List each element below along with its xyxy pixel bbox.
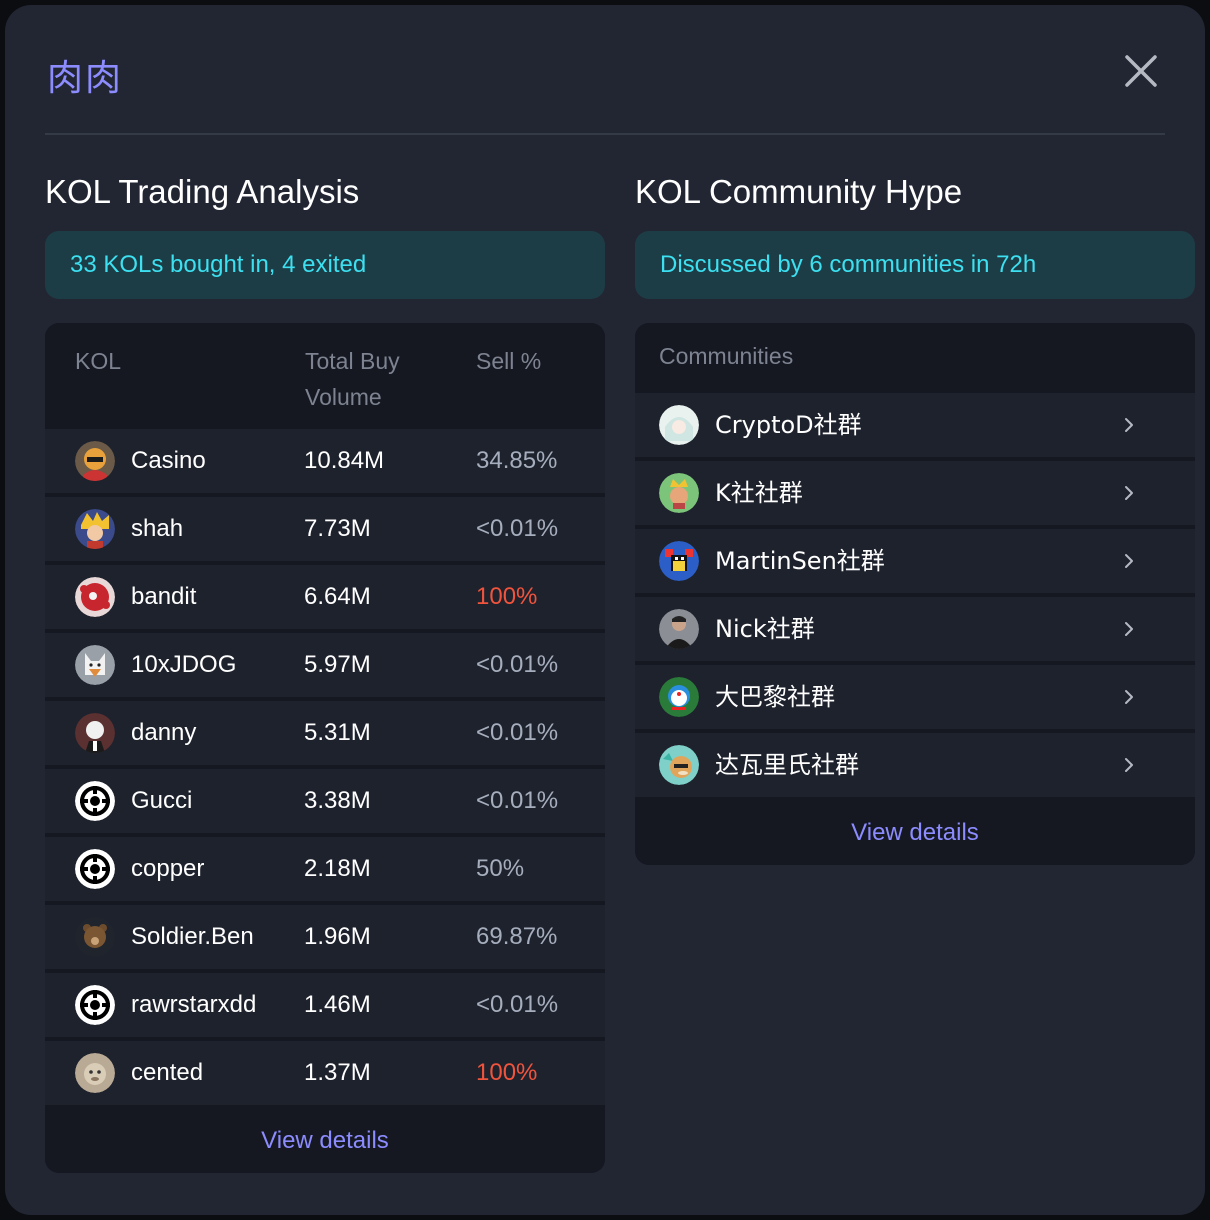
- dog-avatar: [75, 645, 115, 685]
- kol-name: Gucci: [131, 787, 193, 814]
- kol-row[interactable]: cented 1.37M 100%: [45, 1041, 605, 1105]
- community-name: MartinSen社群: [715, 547, 885, 575]
- kol-view-details-link[interactable]: View details: [45, 1109, 605, 1173]
- kol-name: rawrstarxdd: [131, 991, 257, 1018]
- cat-suit-avatar: [75, 713, 115, 753]
- kol-row[interactable]: bandit 6.64M 100%: [45, 565, 605, 629]
- community-row[interactable]: Nick社群: [635, 597, 1195, 661]
- kol-sell-percent: <0.01%: [476, 651, 559, 678]
- kol-name: cented: [131, 1059, 204, 1086]
- community-name: CryptoD社群: [715, 411, 862, 439]
- kol-row[interactable]: shah 7.73M <0.01%: [45, 497, 605, 561]
- bear-avatar: [75, 917, 115, 957]
- chevron-right-icon[interactable]: [1119, 415, 1139, 435]
- monkey-avatar: [75, 1053, 115, 1093]
- kol-volume: 1.96M: [304, 923, 371, 950]
- kol-name: 10xJDOG: [131, 651, 237, 678]
- header-sell: Sell %: [476, 348, 542, 374]
- kol-row[interactable]: Gucci 3.38M <0.01%: [45, 769, 605, 833]
- anime-girl-avatar: [659, 405, 699, 445]
- communities-list: Communities CryptoD社群 K社社群 MartinSen社群 Nick…: [635, 323, 1195, 865]
- community-row[interactable]: CryptoD社群: [635, 393, 1195, 457]
- chevron-right-icon[interactable]: [1119, 755, 1139, 775]
- kol-name: Soldier.Ben: [131, 923, 254, 950]
- kol-name: shah: [131, 515, 184, 542]
- kol-sell-percent: <0.01%: [476, 719, 559, 746]
- kol-name: danny: [131, 719, 197, 746]
- kol-name: copper: [131, 855, 205, 882]
- chevron-right-icon[interactable]: [1119, 483, 1139, 503]
- kol-volume: 5.97M: [304, 651, 371, 678]
- kol-row[interactable]: danny 5.31M <0.01%: [45, 701, 605, 765]
- kol-volume: 1.46M: [304, 991, 371, 1018]
- header-divider: [45, 133, 1165, 135]
- kol-sell-percent: <0.01%: [476, 787, 559, 814]
- modal-title: 肉肉: [47, 58, 124, 99]
- kol-sell-percent: <0.01%: [476, 515, 559, 542]
- kol-sell-percent: 34.85%: [476, 447, 558, 474]
- red-splatter-avatar: [75, 577, 115, 617]
- table-header: KOL Total Buy Volume Sell %: [45, 323, 605, 425]
- kol-volume: 3.38M: [304, 787, 371, 814]
- header-communities: Communities: [659, 343, 794, 369]
- kol-sell-percent: 69.87%: [476, 923, 558, 950]
- modal: 肉肉 KOL Trading Analysis 33 KOLs bought i…: [5, 5, 1205, 1215]
- close-icon[interactable]: [1121, 51, 1161, 91]
- kol-name: Casino: [131, 447, 206, 474]
- cartoon-bird-avatar: [75, 441, 115, 481]
- kol-row[interactable]: Casino 10.84M 34.85%: [45, 429, 605, 493]
- person-photo-avatar: [659, 609, 699, 649]
- kol-row[interactable]: rawrstarxdd 1.46M <0.01%: [45, 973, 605, 1037]
- kol-summary-banner: 33 KOLs bought in, 4 exited: [45, 231, 605, 299]
- kol-volume: 10.84M: [304, 447, 385, 474]
- chevron-right-icon[interactable]: [1119, 687, 1139, 707]
- default-logo-avatar: [75, 849, 115, 889]
- default-logo-avatar: [75, 985, 115, 1025]
- kol-trading-title: KOL Trading Analysis: [45, 173, 360, 210]
- kol-sell-percent: <0.01%: [476, 991, 559, 1018]
- kol-volume: 2.18M: [304, 855, 371, 882]
- community-view-details-link[interactable]: View details: [635, 801, 1195, 865]
- chevron-right-icon[interactable]: [1119, 551, 1139, 571]
- community-row[interactable]: 大巴黎社群: [635, 665, 1195, 729]
- kol-row[interactable]: Soldier.Ben 1.96M 69.87%: [45, 905, 605, 969]
- default-logo-avatar: [75, 781, 115, 821]
- community-row[interactable]: K社社群: [635, 461, 1195, 525]
- community-name: 大巴黎社群: [715, 683, 835, 711]
- kol-table: KOL Total Buy Volume Sell % Casino 10.84M…: [45, 323, 605, 1173]
- community-summary-banner: Discussed by 6 communities in 72h: [635, 231, 1195, 299]
- community-name: K社社群: [715, 479, 803, 507]
- communities-header: Communities: [635, 323, 1195, 389]
- kol-volume: 7.73M: [304, 515, 371, 542]
- header-kol: KOL: [75, 348, 122, 374]
- kol-volume: 1.37M: [304, 1059, 371, 1086]
- doraemon-avatar: [659, 677, 699, 717]
- kol-volume: 6.64M: [304, 583, 371, 610]
- chevron-right-icon[interactable]: [1119, 619, 1139, 639]
- community-row[interactable]: 达瓦里氏社群: [635, 733, 1195, 797]
- kol-row[interactable]: copper 2.18M 50%: [45, 837, 605, 901]
- community-hype-title: KOL Community Hype: [635, 173, 963, 210]
- cartoon-king-avatar: [659, 473, 699, 513]
- kol-volume: 5.31M: [304, 719, 371, 746]
- kol-row[interactable]: 10xJDOG 5.97M <0.01%: [45, 633, 605, 697]
- doge-avatar: [659, 745, 699, 785]
- kol-sell-percent: 50%: [476, 855, 525, 882]
- kol-sell-percent: 100%: [476, 1059, 538, 1086]
- header-volume: Total Buy Volume: [305, 348, 400, 410]
- anime-character-avatar: [75, 509, 115, 549]
- community-row[interactable]: MartinSen社群: [635, 529, 1195, 593]
- community-name: 达瓦里氏社群: [715, 751, 859, 779]
- kol-name: bandit: [131, 583, 197, 610]
- community-name: Nick社群: [715, 615, 815, 643]
- kol-sell-percent: 100%: [476, 583, 538, 610]
- pixel-art-avatar: [659, 541, 699, 581]
